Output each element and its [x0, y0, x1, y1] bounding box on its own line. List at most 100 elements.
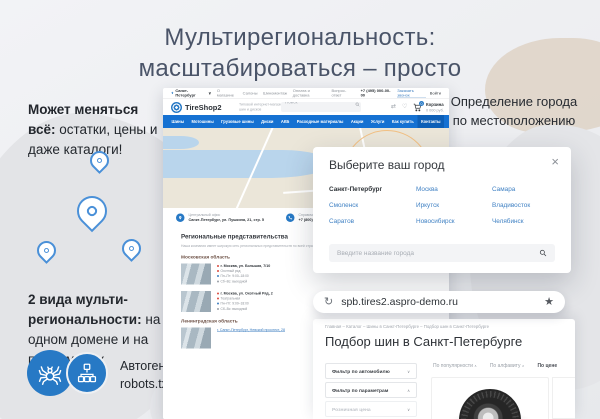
nav-item-active[interactable]: Контакты — [418, 115, 444, 128]
city-option[interactable]: Смоленск — [329, 202, 416, 209]
cart-sum: 0 000 руб. — [426, 107, 448, 113]
nav-item[interactable]: АКБ — [277, 115, 292, 128]
chevron-down-icon: ∨ — [208, 91, 211, 96]
nav-item[interactable]: Акции — [347, 115, 367, 128]
site-header: TireShop2 Типовой интернет-магазин шин и… — [163, 99, 449, 115]
marker-icon — [217, 265, 219, 267]
topbar-phone: +7 (495) 000-00-00 — [361, 89, 393, 98]
site-logo[interactable]: TireShop2 — [171, 102, 222, 113]
bookmark-star-icon[interactable]: ★ — [544, 297, 554, 308]
site-search-input[interactable]: Поиск — [281, 102, 361, 112]
city-option[interactable]: Саратов — [329, 218, 416, 225]
calendar-icon — [217, 308, 219, 310]
topbar-link[interactable]: О магазине — [217, 89, 237, 98]
note-variants-bold: 2 вида мульти-региональности: — [28, 292, 142, 327]
marker-icon — [217, 293, 219, 295]
cart-icon[interactable]: 0 — [413, 103, 422, 112]
city-selector-label: Санкт-Петербург — [175, 89, 206, 98]
office-address: г. Москва, ул. Большая, 7/10 — [217, 264, 270, 269]
site-nav: Шины Мотошины Грузовые шины Диски АКБ Ра… — [163, 115, 449, 128]
nav-item[interactable]: Расходные материалы — [293, 115, 347, 128]
page-title-line2: масштабироваться – просто — [0, 53, 600, 84]
chevron-down-icon: ∨ — [407, 407, 410, 412]
topbar-link[interactable]: Вопрос-ответ — [331, 89, 355, 98]
contact-value: Санкт-Петербург, ул. Пушкина, 21, стр. 5 — [189, 217, 265, 222]
compare-icon[interactable]: ⇄ — [391, 103, 396, 111]
sort-bar: По популярности ∧ По алфавиту ∧ По цене — [433, 363, 573, 371]
city-selector[interactable]: Санкт-Петербург ∨ — [171, 89, 211, 98]
note-geolocation-line1: Определение города — [436, 92, 592, 111]
chevron-up-icon: ∧ — [522, 365, 525, 369]
calendar-icon — [217, 280, 219, 282]
topbar-link[interactable]: Салоны — [243, 91, 258, 96]
filter-by-car-button[interactable]: Фильтр по автомобилю∨ — [325, 363, 417, 379]
map-water — [163, 136, 199, 149]
city-option[interactable]: Иркутск — [416, 202, 492, 209]
city-option[interactable]: Челябинск — [492, 218, 572, 225]
city-list: Санкт-Петербург Москва Самара Смоленск И… — [329, 186, 572, 225]
close-icon[interactable]: × — [551, 154, 559, 169]
office-address: г. Москва, ул. Охотный Ряд, 2 — [217, 291, 273, 296]
nav-item[interactable]: Услуги — [367, 115, 388, 128]
site-search-placeholder: Поиск — [281, 102, 321, 107]
filter-price-section[interactable]: Розничная цена∨ — [325, 401, 417, 417]
city-option[interactable]: Москва — [416, 186, 492, 193]
sort-price[interactable]: По цене — [537, 363, 557, 369]
cart-label: Корзина — [426, 102, 448, 108]
breadcrumb[interactable]: Главная – Каталог – Шины в Санкт-Петербу… — [325, 324, 555, 331]
site-tagline: Типовой интернет-магазин шин и дисков — [239, 102, 281, 113]
cart-badge: 0 — [419, 101, 424, 106]
office-address-link[interactable]: г. Санкт-Петербург, Невский проспект, 28 — [217, 328, 285, 333]
sitemap-icon — [76, 362, 98, 384]
cart-labels[interactable]: Корзина 0 000 руб. — [426, 102, 448, 114]
note-geolocation: Определение города по местоположению — [436, 92, 592, 130]
filter-by-params-button[interactable]: Фильтр по параметрам∧ — [325, 382, 417, 398]
city-option[interactable]: Самара — [492, 186, 572, 193]
favorites-icon[interactable]: ♡ — [402, 103, 407, 111]
nav-item[interactable]: Грузовые шины — [218, 115, 258, 128]
topbar-link[interactable]: Шиномонтаж — [263, 91, 287, 96]
sort-popularity[interactable]: По популярности ∧ — [433, 363, 477, 369]
contact-office: Центральный офис Санкт-Петербург, ул. Пу… — [176, 213, 264, 223]
chevron-up-icon: ∧ — [474, 365, 477, 369]
browser-address-bar[interactable]: ↻ spb.tires2.aspro-demo.ru ★ — [313, 291, 565, 313]
city-option[interactable]: Владивосток — [492, 202, 572, 209]
callback-link[interactable]: Заказать звонок — [397, 88, 425, 98]
office-photo — [181, 264, 211, 285]
location-pin-icon — [176, 213, 185, 222]
chevron-up-icon: ∧ — [407, 388, 410, 393]
topbar-link[interactable]: Оплата и доставка — [293, 89, 326, 98]
metro-icon — [217, 270, 219, 272]
nav-item[interactable]: Шины — [168, 115, 188, 128]
office-photo — [181, 291, 211, 312]
office-weekend: Сб–Вс: выходной — [217, 307, 273, 312]
nav-item[interactable]: Мотошины — [188, 115, 217, 128]
office-photo — [181, 328, 211, 349]
site-logo-text: TireShop2 — [185, 103, 222, 112]
city-option[interactable]: Новосибирск — [416, 218, 492, 225]
spider-icon — [37, 360, 63, 386]
catalog-heading: Подбор шин в Санкт-Петербурге — [325, 334, 522, 349]
chevron-down-icon: ∨ — [407, 369, 410, 374]
tire-logo-icon — [171, 102, 182, 113]
city-search-input[interactable] — [329, 244, 555, 262]
product-card-partial[interactable] — [552, 377, 575, 419]
login-link[interactable]: Войти — [430, 91, 441, 96]
metro-icon — [217, 297, 219, 299]
phone-icon — [286, 213, 295, 222]
site-tagline-line2: шин и дисков — [239, 107, 281, 112]
slide: Мультирегиональность: масштабироваться –… — [0, 0, 600, 419]
clock-icon — [217, 275, 219, 277]
nav-item[interactable]: Диски — [258, 115, 277, 128]
nav-item[interactable]: Как купить — [388, 115, 417, 128]
page-title-line1: Мультирегиональность: — [0, 22, 600, 53]
reload-icon[interactable]: ↻ — [324, 297, 333, 308]
search-icon[interactable] — [539, 249, 547, 257]
clock-icon — [217, 303, 219, 305]
catalog-panel: Главная – Каталог – Шины в Санкт-Петербу… — [313, 319, 575, 419]
city-modal-title: Выберите ваш город — [329, 158, 445, 172]
url-text[interactable]: spb.tires2.aspro-demo.ru — [341, 296, 458, 308]
city-option-selected[interactable]: Санкт-Петербург — [329, 186, 416, 193]
page-title: Мультирегиональность: масштабироваться –… — [0, 22, 600, 84]
sort-alphabet[interactable]: По алфавиту ∧ — [490, 363, 525, 369]
